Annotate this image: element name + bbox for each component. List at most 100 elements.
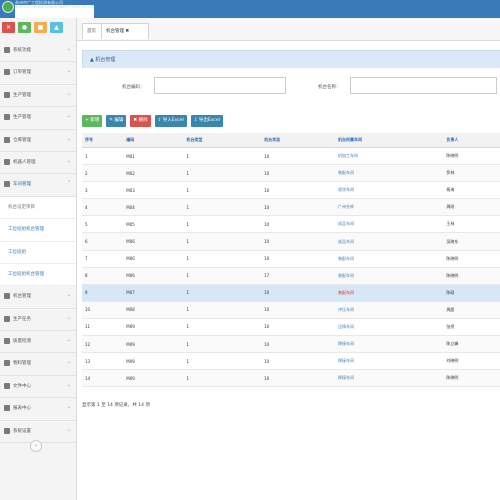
tab-current[interactable]: 机台管理 ✖: [101, 23, 149, 39]
col-owner-header[interactable]: 负责人: [443, 133, 500, 148]
table-row[interactable]: 6 M06 1 10 成品车间 吴晓东: [82, 232, 500, 251]
menu-icon: [4, 405, 10, 412]
col-code-header[interactable]: 编码: [123, 133, 184, 148]
col-workshop-cell[interactable]: 焊接车间: [334, 369, 444, 388]
table-row[interactable]: 12 M09 1 10 焊接车间 陈立峰: [82, 335, 500, 354]
menu-icon: [4, 114, 10, 121]
table-row[interactable]: 1 M01 1 10 机加工车间 陈晓明: [82, 147, 500, 166]
sidebar-item[interactable]: 生产管理 ⌄: [0, 85, 76, 108]
sidebar-item[interactable]: 系统功能 ⌄: [0, 40, 76, 63]
chevron-down-icon: ⌄: [66, 337, 71, 344]
sidebar-subitem[interactable]: 机台设定项目: [0, 196, 76, 220]
table-row[interactable]: 8 M06 1 17 装配车间 陈晓明: [82, 267, 500, 285]
table-row[interactable]: 2 M02 1 10 装配车间 罗林: [82, 164, 500, 183]
sidebar-collapse-button[interactable]: «: [30, 440, 42, 452]
table-row[interactable]: 3 M03 1 10 喷涂车间 杨海: [82, 181, 500, 200]
table-row-selected[interactable]: 9 M07 1 10 装配车间 陈硕: [82, 284, 500, 302]
col-owner-cell: 陈立峰: [443, 335, 500, 354]
col-workshop-cell[interactable]: 冲压车间: [334, 301, 444, 319]
col-index-cell: 9: [82, 284, 124, 302]
sidebar-item[interactable]: 机器人管理 ⌄: [0, 152, 76, 175]
search-panel-header[interactable]: ▲ 机台管理: [82, 50, 500, 69]
col-status-header[interactable]: 机台状态: [261, 133, 335, 148]
table-row[interactable]: 11 M09 1 10 压铸车间 张然: [82, 318, 500, 337]
col-type-cell: 1: [183, 352, 262, 371]
col-workshop-cell[interactable]: 机加工车间: [334, 147, 444, 166]
sidebar-item[interactable]: 仓库管理 ⌄: [0, 130, 76, 152]
sidebar-item[interactable]: 生产管理 ⌄: [0, 107, 76, 130]
col-workshop-cell[interactable]: 喷涂车间: [334, 181, 444, 200]
sidebar-item[interactable]: 文件中心 ⌄: [0, 376, 76, 399]
col-workshop-cell[interactable]: 装配车间: [334, 284, 444, 302]
delete-button[interactable]: ✖ 删除: [130, 115, 151, 127]
col-workshop-cell[interactable]: 焊接车间: [334, 352, 444, 371]
col-index-header[interactable]: 序号: [82, 133, 124, 148]
col-workshop-cell[interactable]: 焊接车间: [334, 335, 444, 354]
menu-icon: [4, 136, 10, 143]
user-icon[interactable]: ●: [18, 22, 31, 33]
sidebar-subitem[interactable]: 工位班组: [0, 241, 76, 264]
sidebar-item[interactable]: 质量检测 ⌄: [0, 331, 76, 354]
col-code-cell: M02: [123, 164, 184, 183]
col-index-cell: 11: [82, 318, 124, 337]
col-workshop-cell[interactable]: 装配车间: [334, 250, 444, 268]
col-workshop-header[interactable]: 机台所属车间: [334, 133, 444, 148]
import-excel-button[interactable]: ⇪ 导入Excel: [154, 115, 187, 127]
sidebar-item-label: 订单管理: [13, 70, 31, 76]
sidebar-item-label: 机器人管理: [13, 159, 36, 165]
sidebar-item[interactable]: 生产任务 ⌄: [0, 309, 76, 332]
table-row[interactable]: 10 M08 1 10 冲压车间 周超: [82, 301, 500, 319]
sidebar-item-label: 机台管理: [13, 294, 31, 300]
col-owner-cell: 吴晓东: [443, 232, 500, 251]
sidebar-subitem[interactable]: 工位班组机台管理: [0, 219, 76, 242]
quick-buttons: ✕ ● ■ ▲: [2, 22, 63, 33]
sidebar-item[interactable]: 报表中心 ⌄: [0, 398, 76, 421]
machine-code-input[interactable]: [154, 77, 286, 94]
sidebar-item-label: 生产管理: [13, 115, 31, 121]
table-row[interactable]: 13 M09 1 10 焊接车间 刘晓明: [82, 352, 500, 371]
col-workshop-cell[interactable]: 装配车间: [334, 164, 444, 183]
col-workshop-cell[interactable]: 成品车间: [334, 215, 444, 234]
sidebar-item[interactable]: 订单管理 ⌄: [0, 62, 76, 85]
col-code-cell: M04: [123, 198, 184, 217]
export-excel-button[interactable]: ⇩ 导出Excel: [190, 115, 223, 127]
col-status-cell: 10: [261, 284, 335, 302]
col-code-cell: M09: [123, 318, 184, 337]
add-button[interactable]: + 新增: [82, 115, 103, 127]
sidebar-item[interactable]: 机台管理 ⌄: [0, 286, 76, 309]
col-workshop-cell[interactable]: 压铸车间: [334, 318, 444, 337]
col-workshop-cell[interactable]: 广州仓库: [334, 198, 444, 217]
table-row[interactable]: 7 M06 1 10 装配车间 陈晓明: [82, 250, 500, 268]
col-type-cell: 1: [183, 164, 262, 183]
col-type-cell: 1: [183, 250, 262, 268]
col-index-cell: 6: [82, 232, 124, 251]
sidebar-subitem[interactable]: 工位班组机台管理: [0, 263, 76, 287]
col-type-cell: 1: [183, 181, 262, 200]
table-row[interactable]: 5 M05 1 10 成品车间 王林: [82, 215, 500, 234]
chevron-up-icon: ⌃: [66, 180, 71, 187]
col-workshop-cell[interactable]: 成品车间: [334, 232, 444, 251]
col-index-cell: 5: [82, 215, 124, 234]
table-row[interactable]: 14 M09 1 10 焊接车间 陈晓明: [82, 369, 500, 388]
col-code-cell: M09: [123, 335, 184, 354]
col-status-cell: 10: [261, 318, 335, 337]
bell-icon[interactable]: ■: [34, 22, 47, 33]
chevron-down-icon: ⌄: [66, 157, 71, 164]
col-type-header[interactable]: 机台类型: [183, 133, 262, 148]
sidebar-item-active[interactable]: 车间管理 ⌃: [0, 174, 76, 197]
col-workshop-cell[interactable]: 装配车间: [334, 267, 444, 285]
menu-icon: [4, 158, 10, 165]
col-owner-cell: 刘晓明: [443, 352, 500, 371]
edit-button[interactable]: ✎ 编辑: [106, 115, 127, 127]
sidebar-subitem-label: 工位班组机台管理: [8, 271, 44, 277]
gear-icon[interactable]: ▲: [50, 22, 63, 33]
machine-name-input[interactable]: [350, 77, 497, 94]
col-code-cell: M09: [123, 352, 184, 371]
col-type-cell: 1: [183, 284, 262, 302]
menu-icon: [4, 181, 10, 188]
table-row[interactable]: 4 M04 1 10 广州仓库 周刚: [82, 198, 500, 217]
close-icon[interactable]: ✕: [2, 22, 15, 33]
sidebar-item-label: 物料管理: [13, 361, 31, 367]
col-owner-cell: 陈硕: [443, 284, 500, 302]
sidebar-item[interactable]: 物料管理 ⌄: [0, 353, 76, 376]
